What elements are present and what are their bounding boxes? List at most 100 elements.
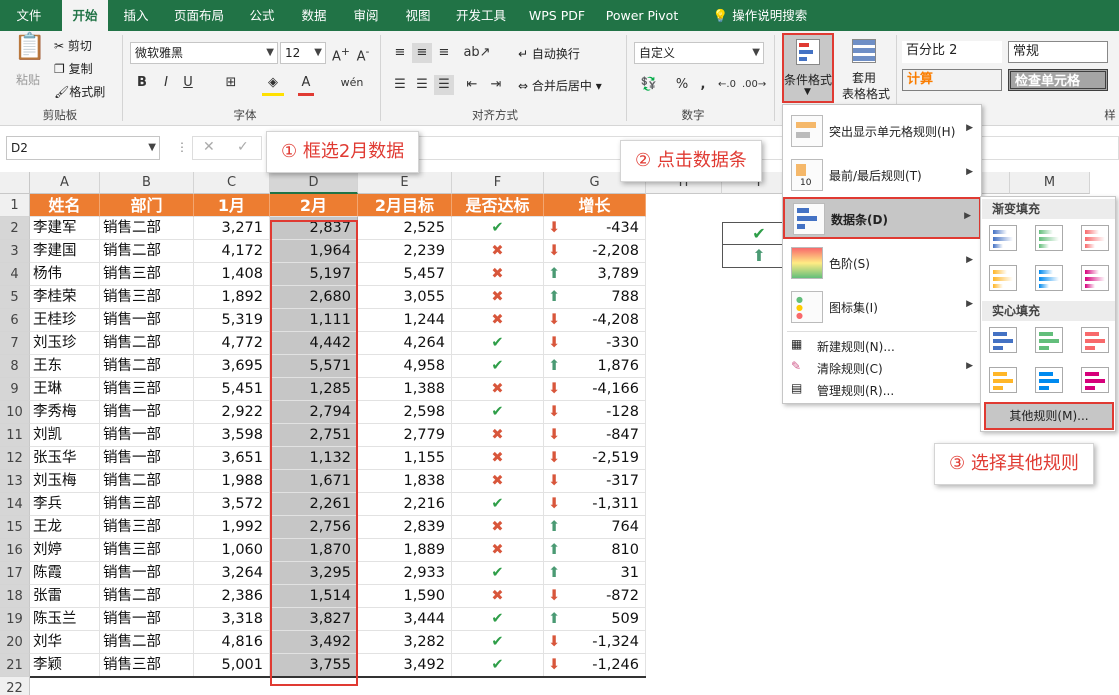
column-header-a[interactable]: A [30,172,100,194]
jan-cell[interactable]: 2,922 [194,401,270,424]
dept-cell[interactable]: 销售一部 [100,401,194,424]
data-bar-style-swatch[interactable] [989,367,1017,393]
tab-insert[interactable]: 插入 [114,0,158,31]
column-header-m[interactable]: M [1010,172,1090,194]
jan-cell[interactable]: 3,318 [194,608,270,631]
name-cell[interactable]: 刘凯 [30,424,100,447]
growth-cell[interactable]: ⬇ -317 [544,470,646,493]
name-cell[interactable]: 刘玉梅 [30,470,100,493]
check-icon[interactable]: ✔ [452,493,544,516]
jan-cell[interactable]: 4,772 [194,332,270,355]
row-header[interactable]: 13 [0,470,30,493]
tab-data[interactable]: 数据 [292,0,336,31]
growth-cell[interactable]: ⬆ 810 [544,539,646,562]
jan-cell[interactable]: 1,892 [194,286,270,309]
feb-target-cell[interactable]: 4,958 [358,355,452,378]
comma-icon[interactable]: , [696,75,710,95]
jan-cell[interactable]: 1,992 [194,516,270,539]
check-icon[interactable]: ✔ [452,631,544,654]
column-header-e[interactable]: E [358,172,452,194]
dept-cell[interactable]: 销售一部 [100,424,194,447]
tab-formulas[interactable]: 公式 [240,0,284,31]
dept-cell[interactable]: 销售三部 [100,493,194,516]
growth-cell[interactable]: ⬇ -847 [544,424,646,447]
menu-item-color-scales[interactable]: 色阶(S) ▶ [783,241,981,285]
cross-icon[interactable]: ✖ [452,470,544,493]
data-bar-style-swatch[interactable] [1035,225,1063,251]
column-header-d[interactable]: D [270,172,358,194]
cross-icon[interactable]: ✖ [452,424,544,447]
font-size-select[interactable]: 12 ▼ [280,42,326,64]
row-header[interactable]: 5 [0,286,30,309]
column-header-c[interactable]: C [194,172,270,194]
feb-target-cell[interactable]: 1,590 [358,585,452,608]
currency-icon[interactable]: 💱 [636,75,662,95]
dept-cell[interactable]: 销售一部 [100,447,194,470]
check-icon[interactable]: ✔ [452,562,544,585]
cancel-icon[interactable]: ✕ [203,139,215,155]
style-check-cell[interactable]: 检查单元格 [1008,69,1108,91]
feb-target-cell[interactable]: 2,839 [358,516,452,539]
align-center-icon[interactable]: ☰ [412,75,432,95]
feb-target-cell[interactable]: 3,444 [358,608,452,631]
dept-cell[interactable]: 销售三部 [100,286,194,309]
tell-me-search[interactable]: 💡 操作说明搜索 [700,0,820,31]
tab-developer[interactable]: 开发工具 [448,0,514,31]
name-cell[interactable]: 李颖 [30,654,100,677]
dept-cell[interactable]: 销售二部 [100,470,194,493]
check-icon[interactable]: ✔ [452,332,544,355]
jan-cell[interactable]: 3,651 [194,447,270,470]
name-cell[interactable]: 王琳 [30,378,100,401]
percent-icon[interactable]: % [672,75,692,95]
menu-item-manage-rules[interactable]: ▤ 管理规则(R)... [783,379,981,401]
cross-icon[interactable]: ✖ [452,240,544,263]
decrease-font-icon[interactable]: A- [354,42,372,67]
align-right-icon[interactable]: ☰ [434,75,454,95]
name-cell[interactable]: 陈霞 [30,562,100,585]
name-cell[interactable]: 刘玉珍 [30,332,100,355]
select-all-corner[interactable] [0,172,30,194]
name-cell[interactable]: 李兵 [30,493,100,516]
data-bar-style-swatch[interactable] [1081,327,1109,353]
style-calculation[interactable]: 计算 [902,69,1002,91]
check-icon[interactable]: ✔ [452,217,544,240]
growth-cell[interactable]: ⬇ -872 [544,585,646,608]
cross-icon[interactable]: ✖ [452,447,544,470]
name-cell[interactable]: 张雷 [30,585,100,608]
jan-cell[interactable]: 5,001 [194,654,270,677]
font-color-icon[interactable]: A [298,73,314,96]
name-cell[interactable]: 刘婷 [30,539,100,562]
row-header[interactable]: 7 [0,332,30,355]
align-middle-icon[interactable]: ≡ [412,43,432,63]
feb-target-cell[interactable]: 4,264 [358,332,452,355]
feb-target-cell[interactable]: 2,216 [358,493,452,516]
cross-icon[interactable]: ✖ [452,378,544,401]
feb-target-cell[interactable]: 5,457 [358,263,452,286]
jan-cell[interactable]: 3,598 [194,424,270,447]
header-cell[interactable]: 姓名 [30,194,100,217]
growth-cell[interactable]: ⬇ -128 [544,401,646,424]
merge-center-button[interactable]: ⇔ 合并后居中 ▾ [518,77,602,94]
dept-cell[interactable]: 销售三部 [100,378,194,401]
header-cell[interactable]: 2月目标 [358,194,452,217]
cross-icon[interactable]: ✖ [452,309,544,332]
dept-cell[interactable]: 销售二部 [100,217,194,240]
borders-icon[interactable]: ⊞ [220,73,242,93]
jan-cell[interactable]: 4,816 [194,631,270,654]
jan-cell[interactable]: 5,319 [194,309,270,332]
menu-item-highlight-rules[interactable]: 突出显示单元格规则(H) ▶ [783,109,981,153]
conditional-format-button[interactable]: 条件格式 ▼ [782,33,834,103]
menu-item-data-bars[interactable]: 数据条(D) ▶ [783,197,981,239]
tab-home[interactable]: 开始 [62,0,108,31]
feb-target-cell[interactable]: 3,055 [358,286,452,309]
decrease-indent-icon[interactable]: ⇤ [462,75,482,95]
growth-cell[interactable]: ⬇ -2,208 [544,240,646,263]
growth-cell[interactable]: ⬇ -434 [544,217,646,240]
dept-cell[interactable]: 销售三部 [100,539,194,562]
check-icon[interactable]: ✔ [452,401,544,424]
check-icon[interactable]: ✔ [452,355,544,378]
row-header[interactable]: 6 [0,309,30,332]
name-cell[interactable]: 王桂珍 [30,309,100,332]
growth-cell[interactable]: ⬇ -2,519 [544,447,646,470]
tab-power-pivot[interactable]: Power Pivot [600,0,684,31]
